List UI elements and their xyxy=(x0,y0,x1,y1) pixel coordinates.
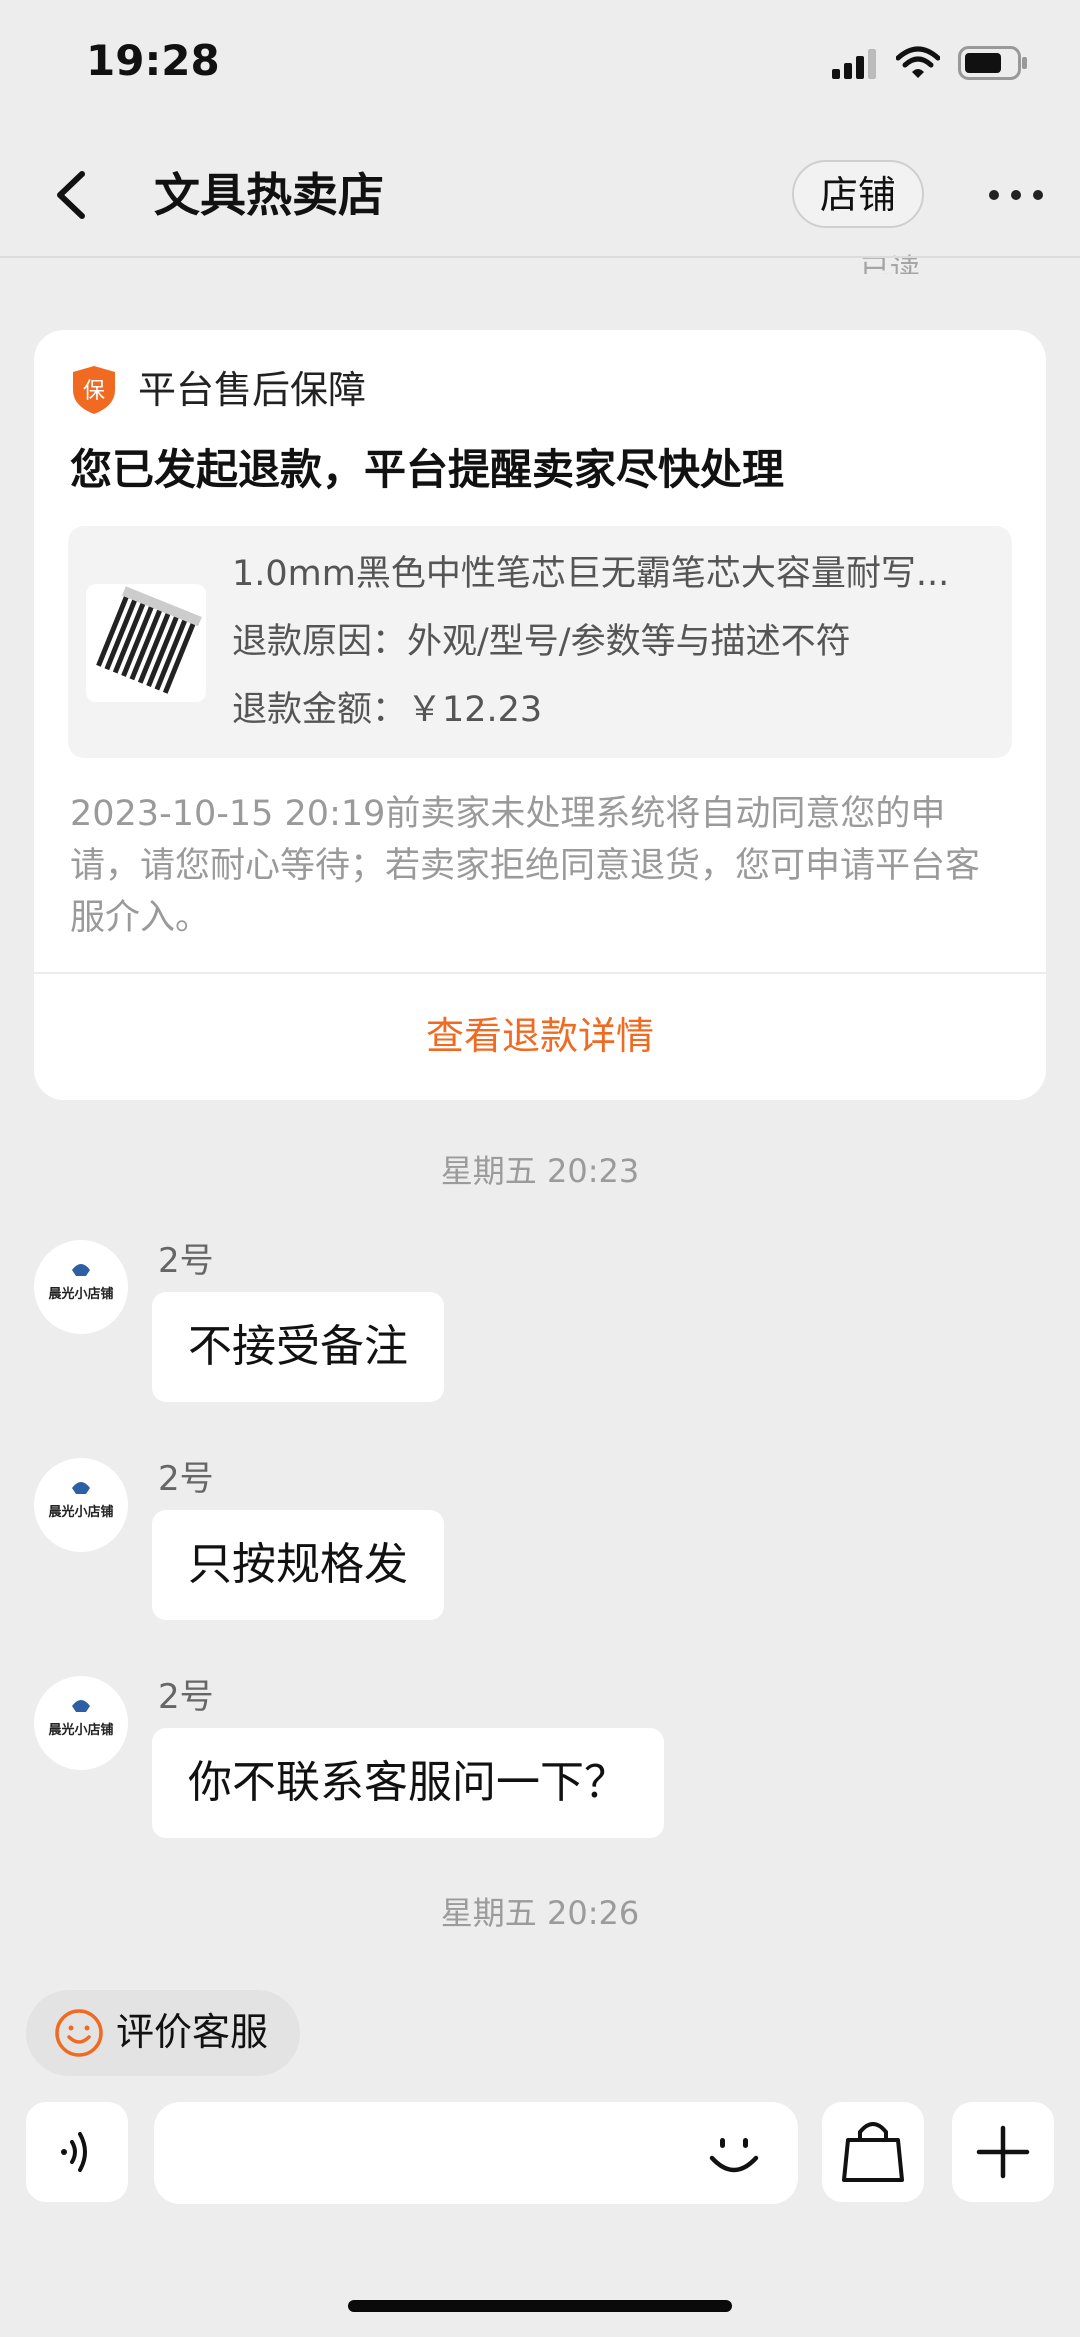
home-indicator xyxy=(348,2300,732,2312)
plus-button[interactable] xyxy=(952,2102,1054,2202)
refund-note: 2023-10-15 20:19前卖家未处理系统将自动同意您的申请，请您耐心等待… xyxy=(70,794,981,938)
emoji-button[interactable] xyxy=(704,2124,764,2184)
more-dots-icon xyxy=(989,190,1043,200)
avatar[interactable]: 晨光小店铺 xyxy=(34,1676,128,1770)
message-bubble[interactable]: 不接受备注 xyxy=(152,1292,444,1402)
message-input[interactable] xyxy=(154,2102,798,2204)
avatar[interactable]: 晨光小店铺 xyxy=(34,1240,128,1334)
message-bubble[interactable]: 只按规格发 xyxy=(152,1510,444,1620)
voice-button[interactable] xyxy=(26,2102,128,2202)
sender-name: 2号 xyxy=(158,1241,214,1281)
more-button[interactable] xyxy=(980,175,1052,215)
timestamp: 星期五 20:26 xyxy=(440,1894,640,1932)
refund-reason: 退款原因：外观/型号/参数等与描述不符 xyxy=(232,622,851,662)
timestamp: 星期五 20:23 xyxy=(440,1152,640,1190)
svg-text:保: 保 xyxy=(83,379,105,404)
sender-name: 2号 xyxy=(158,1459,214,1499)
signal-icon xyxy=(832,49,876,79)
product-name: 1.0mm黑色中性笔芯巨无霸笔芯大容量耐写... xyxy=(232,554,950,594)
back-button[interactable] xyxy=(44,160,104,230)
chevron-left-icon xyxy=(57,171,85,219)
refund-amount: 退款金额：￥12.23 xyxy=(232,690,543,730)
rate-service-label: 评价客服 xyxy=(116,2010,269,2054)
shield-icon: 保 xyxy=(70,364,118,416)
shopping-bag-button[interactable] xyxy=(822,2102,924,2202)
status-time: 19:28 xyxy=(86,36,220,85)
svg-text:晨光小店铺: 晨光小店铺 xyxy=(48,1286,113,1302)
view-refund-details-link[interactable]: 查看退款详情 xyxy=(34,1006,1046,1066)
card-title: 您已发起退款，平台提醒卖家尽快处理 xyxy=(70,445,785,494)
status-icons xyxy=(832,46,1028,80)
message-bubble[interactable]: 你不联系客服问一下？ xyxy=(152,1728,664,1838)
smiley-icon xyxy=(54,2008,104,2058)
battery-icon xyxy=(958,46,1027,80)
avatar[interactable]: 晨光小店铺 xyxy=(34,1458,128,1552)
wifi-icon xyxy=(896,46,940,78)
shopping-bag-icon xyxy=(842,2122,904,2182)
read-status: 已读 xyxy=(860,253,920,274)
svg-text:晨光小店铺: 晨光小店铺 xyxy=(48,1722,113,1738)
card-divider xyxy=(34,972,1046,974)
page-title: 文具热卖店 xyxy=(154,168,384,222)
shop-button[interactable]: 店铺 xyxy=(792,160,924,228)
svg-text:晨光小店铺: 晨光小店铺 xyxy=(48,1504,113,1520)
emoji-icon xyxy=(709,2138,759,2173)
product-thumbnail xyxy=(86,584,206,702)
sender-name: 2号 xyxy=(158,1677,214,1717)
nav-divider xyxy=(0,256,1080,258)
voice-icon xyxy=(61,2132,87,2172)
card-tag: 平台售后保障 xyxy=(138,368,367,412)
plus-icon xyxy=(976,2125,1030,2179)
